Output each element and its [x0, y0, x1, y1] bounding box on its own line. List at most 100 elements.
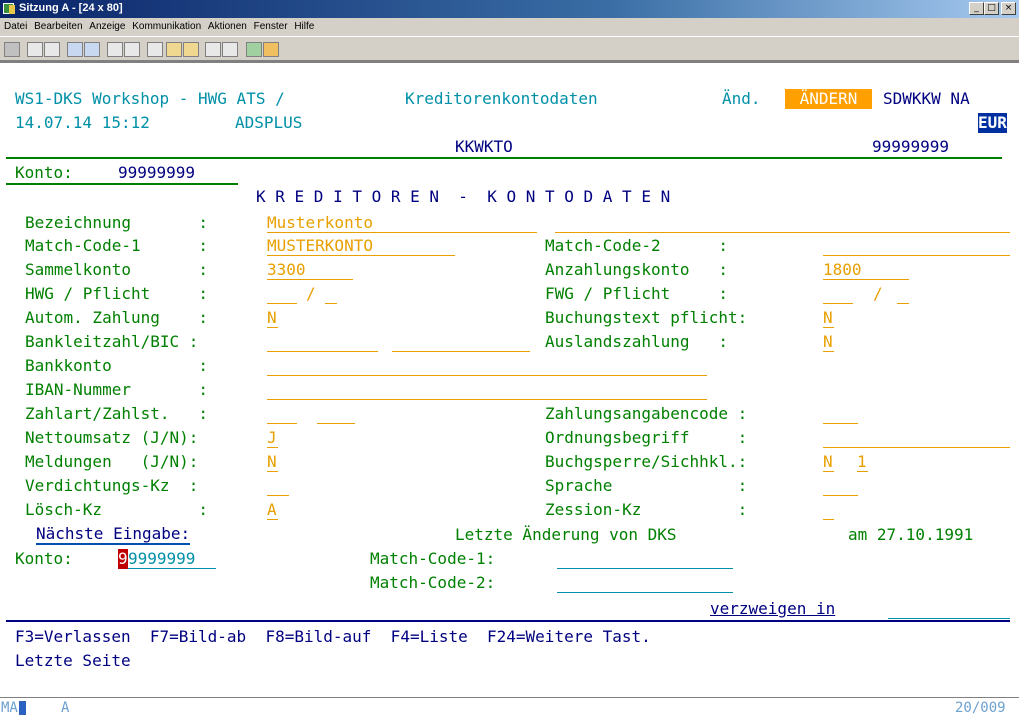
sichhkl-field[interactable]: 1 — [857, 452, 868, 472]
blz-label: Bankleitzahl/BIC : — [25, 332, 199, 351]
status-cursor-position: 20/009 — [955, 700, 1006, 716]
mode-badge: ÄNDERN — [785, 89, 872, 109]
function-keys: F3=Verlassen F7=Bild-ab F8=Bild-auf F4=L… — [15, 627, 651, 646]
buchsperre-field[interactable]: N — [823, 452, 834, 472]
next-input-label: Nächste Eingabe: — [36, 524, 191, 545]
loesch-value: A — [267, 500, 277, 519]
match1-value: MUSTERKONTO — [267, 236, 373, 255]
ausland-value: N — [823, 332, 833, 351]
zession-field[interactable] — [823, 500, 834, 520]
cursor[interactable]: 9 — [118, 549, 128, 569]
bankkonto-field[interactable] — [267, 356, 707, 376]
konto2-field[interactable]: 9999999 — [128, 549, 216, 569]
paste-icon[interactable] — [44, 42, 60, 57]
menu-fenster[interactable]: Fenster — [250, 18, 288, 32]
globe-icon[interactable] — [246, 42, 262, 57]
mc1-label: Match-Code-1: — [370, 549, 496, 568]
status-mode: MA — [1, 700, 18, 716]
bic-field[interactable] — [392, 332, 530, 352]
konto2-label: Konto: — [15, 549, 73, 568]
maximize-button[interactable]: □ — [984, 2, 999, 15]
konto-divider — [6, 183, 238, 185]
sammel-field[interactable]: 3300 — [267, 260, 353, 280]
verzweigen-field[interactable] — [888, 599, 1010, 619]
iban-field[interactable] — [267, 380, 707, 400]
bezeichnung-label: Bezeichnung : — [25, 213, 209, 232]
hwg-separator: / — [306, 284, 316, 303]
title-bar: Sitzung A - [24 x 80] _ □ × — [0, 0, 1019, 18]
toolbar — [0, 36, 1019, 61]
program-name: SDWKKW NA — [883, 89, 970, 108]
match1-field[interactable]: MUSTERKONTO — [267, 236, 455, 256]
fwg-pflicht-field[interactable] — [897, 284, 909, 304]
ausland-field[interactable]: N — [823, 332, 834, 352]
minimize-button[interactable]: _ — [969, 2, 984, 15]
autom-label: Autom. Zahlung : — [25, 308, 209, 327]
autom-field[interactable]: N — [267, 308, 278, 328]
terminal-screen[interactable]: WS1-DKS Workshop - HWG ATS / Kreditorenk… — [0, 61, 1019, 717]
menu-hilfe[interactable]: Hilfe — [290, 18, 314, 32]
datetime: 14.07.14 15:12 — [15, 113, 150, 132]
buchtext-label: Buchungstext pflicht: — [545, 308, 748, 327]
verzweigen-label: verzweigen in — [710, 599, 836, 618]
record-macro-icon[interactable] — [166, 42, 182, 57]
table-name: KKWKTO — [455, 137, 513, 156]
menu-datei[interactable]: Datei — [0, 18, 27, 32]
mc2-label: Match-Code-2: — [370, 573, 496, 592]
zahlangaben-field[interactable] — [823, 404, 858, 424]
hwg-field[interactable] — [267, 284, 297, 304]
emulator-window: Sitzung A - [24 x 80] _ □ × Datei Bearbe… — [0, 0, 1019, 718]
color-icon[interactable] — [124, 42, 140, 57]
mode-label: Änd. — [722, 89, 761, 108]
verdicht-label: Verdichtungs-Kz : — [25, 476, 199, 495]
receive-icon[interactable] — [84, 42, 100, 57]
verdicht-field[interactable] — [267, 476, 289, 496]
zahlangaben-label: Zahlungsangabencode : — [545, 404, 748, 423]
konto-value: 99999999 — [118, 163, 196, 182]
menu-bearbeiten[interactable]: Bearbeiten — [30, 18, 82, 32]
netto-field[interactable]: J — [267, 428, 278, 448]
mc2-field[interactable] — [557, 573, 733, 593]
bezeichnung-value: Musterkonto — [267, 213, 373, 232]
meld-field[interactable]: N — [267, 452, 278, 472]
keyboard-icon[interactable] — [147, 42, 163, 57]
print-icon[interactable] — [4, 42, 20, 57]
buchtext-value: N — [823, 308, 833, 327]
buchtext-field[interactable]: N — [823, 308, 834, 328]
send-icon[interactable] — [67, 42, 83, 57]
loesch-field[interactable]: A — [267, 500, 278, 520]
match2-field[interactable] — [823, 236, 1010, 256]
meld-value: N — [267, 452, 277, 471]
menu-anzeige[interactable]: Anzeige — [85, 18, 125, 32]
close-button[interactable]: × — [1001, 2, 1016, 15]
netto-value: J — [267, 428, 277, 447]
buchsperre-value: N — [823, 452, 833, 471]
ordnung-field[interactable] — [823, 428, 1010, 448]
loesch-label: Lösch-Kz : — [25, 500, 209, 519]
stop-macro-icon[interactable] — [183, 42, 199, 57]
anzahlung-field[interactable]: 1800 — [823, 260, 909, 280]
match1-label: Match-Code-1 : — [25, 236, 209, 255]
fwg-separator: / — [873, 284, 883, 303]
copy-icon[interactable] — [27, 42, 43, 57]
menu-aktionen[interactable]: Aktionen — [204, 18, 247, 32]
anzahlung-value: 1800 — [823, 260, 862, 279]
hwg-pflicht-field[interactable] — [325, 284, 337, 304]
sprache-field[interactable] — [823, 476, 858, 496]
play-macro-icon[interactable] — [205, 42, 221, 57]
mc1-field[interactable] — [557, 549, 733, 569]
display-icon[interactable] — [107, 42, 123, 57]
zahlart-field[interactable] — [267, 404, 297, 424]
edit-icon[interactable] — [263, 42, 279, 57]
meld-label: Meldungen (J/N): — [25, 452, 199, 471]
macro-list-icon[interactable] — [222, 42, 238, 57]
currency-badge: EUR — [978, 113, 1007, 133]
header-subtitle: Kreditorenkontodaten — [405, 89, 598, 108]
zahlstelle-field[interactable] — [317, 404, 355, 424]
blz-field[interactable] — [267, 332, 378, 352]
bezeichnung-field[interactable]: Musterkonto — [267, 213, 537, 233]
fwg-field[interactable] — [823, 284, 853, 304]
buchsperre-label: Buchgsperre/Sichhkl.: — [545, 452, 748, 471]
bezeichnung2-field[interactable] — [555, 213, 1010, 233]
menu-kommunikation[interactable]: Kommunikation — [128, 18, 201, 32]
